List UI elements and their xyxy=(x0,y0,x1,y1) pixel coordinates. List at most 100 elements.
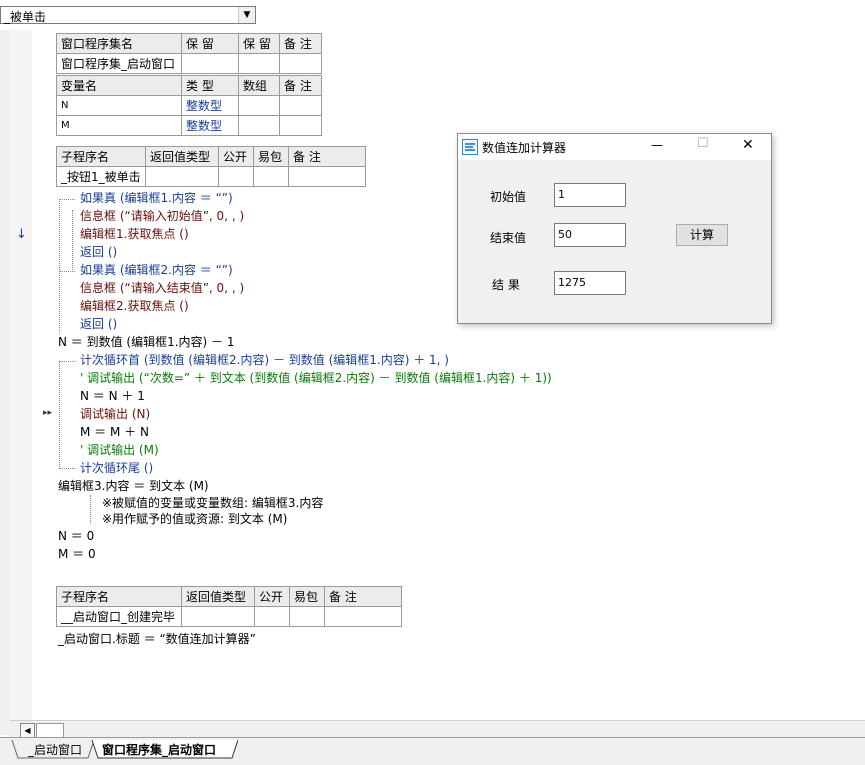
code-line[interactable]: M ＝ M ＋ N xyxy=(80,424,149,440)
code-line[interactable]: N ＝ N ＋ 1 xyxy=(80,388,145,404)
subroutine-select-value: _被单击 xyxy=(4,10,47,24)
close-icon[interactable]: ✕ xyxy=(742,137,754,153)
code-line[interactable]: 编辑框1.获取焦点 () xyxy=(80,226,189,242)
table-row: N 整数型 xyxy=(56,95,322,116)
flow-guide xyxy=(59,361,75,362)
subroutine-name-header: 子程序名 xyxy=(56,586,182,607)
variable-type-cell[interactable]: 整数型 xyxy=(181,95,239,116)
flow-guide xyxy=(59,361,60,469)
table-cell[interactable] xyxy=(288,166,366,187)
table-cell[interactable] xyxy=(181,606,255,627)
table-cell[interactable] xyxy=(181,53,239,74)
dialog-titlebar[interactable]: 数值连加计算器 — ☐ ✕ xyxy=(458,134,771,160)
minimize-icon[interactable]: — xyxy=(651,138,663,152)
app-icon xyxy=(462,139,478,155)
table-cell[interactable] xyxy=(218,166,254,187)
table-cell[interactable] xyxy=(289,606,325,627)
start-value-label: 初始值 xyxy=(490,190,527,204)
remark-header: 备 注 xyxy=(288,146,366,167)
code-line[interactable]: N ＝ 0 xyxy=(58,528,94,544)
subroutine-name-cell[interactable]: __启动窗口_创建完毕 xyxy=(56,606,182,627)
code-line[interactable]: _启动窗口.标题 ＝ “数值连加计算器” xyxy=(58,631,256,647)
table-cell[interactable] xyxy=(253,166,289,187)
flow-guide xyxy=(59,199,75,200)
code-line[interactable]: 返回 () xyxy=(80,244,117,260)
public-header: 公开 xyxy=(254,586,290,607)
code-line[interactable]: M ＝ 0 xyxy=(58,546,96,562)
subroutine-name-cell[interactable]: _按钮1_被单击 xyxy=(56,166,146,187)
editor-gutter xyxy=(10,30,32,735)
code-line-comment[interactable]: ' 调试输出 (M) xyxy=(80,442,159,458)
code-line[interactable]: 调试输出 (N) xyxy=(80,406,150,422)
table-cell[interactable] xyxy=(238,95,280,116)
flow-guide xyxy=(59,199,60,334)
subroutine-table: 子程序名 返回值类型 公开 易包 备 注 _按钮1_被单击 xyxy=(56,146,366,187)
easy-package-header: 易包 xyxy=(253,146,289,167)
calculator-dialog: 数值连加计算器 — ☐ ✕ 初始值 1 结束值 50 计算 结 果 1275 xyxy=(457,133,772,324)
flow-guide xyxy=(59,468,75,469)
assembly-name-header: 窗口程序集名 xyxy=(56,33,182,54)
table-cell[interactable] xyxy=(324,606,402,627)
tab-bar: _启动窗口 窗口程序集_启动窗口 xyxy=(0,737,865,765)
execution-marker-icon: ▸▸ xyxy=(43,408,53,418)
public-header: 公开 xyxy=(218,146,254,167)
scroll-left-icon[interactable]: ◀ xyxy=(20,723,35,738)
dialog-title: 数值连加计算器 xyxy=(482,141,567,155)
table-cell[interactable] xyxy=(279,115,322,136)
end-value-label: 结束值 xyxy=(490,231,527,245)
table-cell[interactable] xyxy=(238,115,280,136)
reserved-header-2: 保 留 xyxy=(238,33,280,54)
table-cell[interactable] xyxy=(279,95,322,116)
return-type-header: 返回值类型 xyxy=(181,586,255,607)
code-line[interactable]: N ＝ 到数值 (编辑框1.内容) － 1 xyxy=(58,334,235,350)
code-line-loop-start[interactable]: 计次循环首 (到数值 (编辑框2.内容) － 到数值 (编辑框1.内容) ＋ 1… xyxy=(80,352,449,368)
easy-package-header: 易包 xyxy=(289,586,325,607)
code-line[interactable]: 编辑框2.获取焦点 () xyxy=(80,298,189,314)
code-line[interactable]: 信息框 (“请输入初始值”, 0, , ) xyxy=(80,208,244,224)
variable-name-cell[interactable]: N xyxy=(56,95,182,116)
table-row: M 整数型 xyxy=(56,115,322,136)
type-header: 类 型 xyxy=(181,75,239,96)
variable-table: 变量名 类 型 数组 备 注 N 整数型 M 整数型 xyxy=(56,75,322,136)
scrollbar-thumb[interactable] xyxy=(36,723,64,738)
remark-header: 备 注 xyxy=(279,33,322,54)
flow-guide xyxy=(59,271,75,272)
table-cell[interactable] xyxy=(145,166,219,187)
breakpoint-arrow-icon: ↓ xyxy=(16,227,27,242)
code-line-if[interactable]: 如果真 (编辑框2.内容 ＝ “”) xyxy=(80,262,233,278)
result-field[interactable]: 1275 xyxy=(554,271,626,295)
code-line[interactable]: 信息框 (“请输入结束值”, 0, , ) xyxy=(80,280,244,296)
remark-header: 备 注 xyxy=(279,75,322,96)
code-line[interactable]: 编辑框3.内容 ＝ 到文本 (M) xyxy=(58,478,209,494)
remark-header: 备 注 xyxy=(324,586,402,607)
table-cell[interactable] xyxy=(238,53,280,74)
end-value-field[interactable]: 50 xyxy=(554,223,626,247)
code-hint: ※用作赋予的值或资源: 到文本 (M) xyxy=(102,512,288,526)
code-line-comment[interactable]: ' 调试输出 (“次数=” ＋ 到文本 (到数值 (编辑框2.内容) － 到数值… xyxy=(80,370,552,386)
flow-guide xyxy=(90,495,91,523)
table-cell[interactable] xyxy=(254,606,290,627)
code-hint: ※被赋值的变量或变量数组: 编辑框3.内容 xyxy=(102,496,324,510)
tab-window-assembly[interactable]: 窗口程序集_启动窗口 xyxy=(96,740,222,760)
assembly-name-cell[interactable]: 窗口程序集_启动窗口 xyxy=(56,53,182,74)
flow-guide xyxy=(72,210,73,270)
array-header: 数组 xyxy=(238,75,280,96)
maximize-icon[interactable]: ☐ xyxy=(697,136,709,151)
code-line-loop-end[interactable]: 计次循环尾 () xyxy=(80,460,153,476)
subroutine-select[interactable]: _被单击 ▼ xyxy=(0,6,256,24)
reserved-header-1: 保 留 xyxy=(181,33,239,54)
subroutine-name-header: 子程序名 xyxy=(56,146,146,167)
horizontal-scrollbar[interactable]: ◀ xyxy=(10,720,865,738)
code-line-if[interactable]: 如果真 (编辑框1.内容 ＝ “”) xyxy=(80,190,233,206)
code-line[interactable]: 返回 () xyxy=(80,316,117,332)
calculate-button[interactable]: 计算 xyxy=(676,224,728,246)
chevron-down-icon[interactable]: ▼ xyxy=(238,7,255,23)
start-value-field[interactable]: 1 xyxy=(554,183,626,207)
variable-type-cell[interactable]: 整数型 xyxy=(181,115,239,136)
assembly-table: 窗口程序集名 保 留 保 留 备 注 窗口程序集_启动窗口 xyxy=(56,33,322,74)
table-cell[interactable] xyxy=(279,53,322,74)
variable-name-header: 变量名 xyxy=(56,75,182,96)
subroutine-table-2: 子程序名 返回值类型 公开 易包 备 注 __启动窗口_创建完毕 xyxy=(56,586,402,627)
tab-start-window[interactable]: _启动窗口 xyxy=(22,740,88,760)
variable-name-cell[interactable]: M xyxy=(56,115,182,136)
